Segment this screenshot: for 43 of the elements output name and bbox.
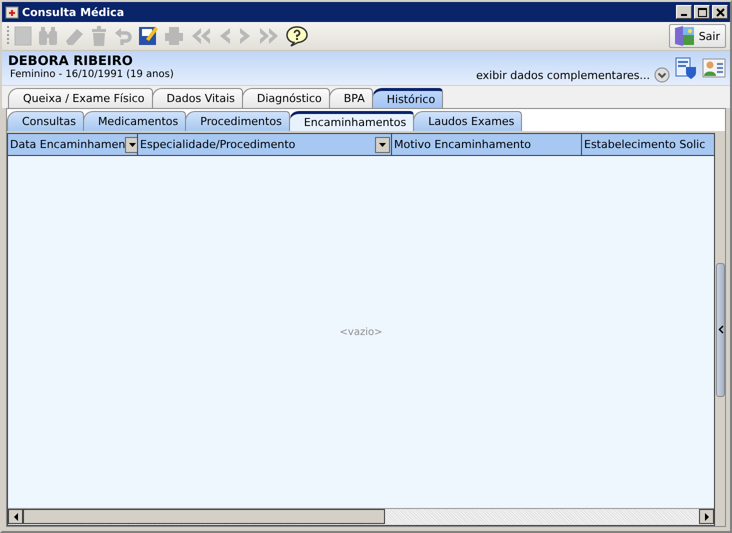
maximize-icon — [698, 8, 706, 16]
subtab[interactable]: Procedimentos — [185, 111, 290, 131]
chevron-left-icon — [718, 325, 724, 334]
dropdown-icon[interactable] — [125, 136, 137, 152]
tab[interactable]: Diagnóstico — [242, 88, 330, 108]
scroll-left-button[interactable] — [8, 509, 23, 524]
subtab[interactable]: Medicamentos — [82, 111, 186, 131]
close-button[interactable] — [712, 5, 728, 19]
grip-icon — [6, 25, 10, 47]
patient-name: DEBORA RIBEIRO — [8, 55, 134, 69]
tab[interactable]: BPA — [328, 88, 373, 108]
collapse-handle[interactable] — [716, 262, 725, 396]
scroll-right-button[interactable] — [699, 509, 714, 524]
document-shield-icon[interactable] — [674, 56, 698, 80]
column-header[interactable]: Estabelecimento Solic — [582, 134, 714, 155]
right-triangle-icon — [704, 512, 710, 520]
tab[interactable]: Queixa / Exame Físico — [8, 88, 153, 108]
help-icon[interactable] — [284, 24, 310, 48]
column-header[interactable]: Especialidade/Procedimento — [138, 134, 392, 155]
patient-details: Feminino - 16/10/1991 (19 anos) — [9, 69, 174, 81]
dropdown-icon[interactable] — [375, 136, 390, 152]
empty-message: <vazio> — [340, 326, 382, 338]
tab[interactable]: Dados Vitais — [152, 88, 243, 108]
minimize-button[interactable] — [676, 5, 692, 19]
contact-card-icon[interactable] — [702, 56, 726, 80]
column-header[interactable]: Motivo Encaminhamento — [392, 134, 582, 155]
maximize-button[interactable] — [694, 5, 710, 19]
scrollbar-thumb[interactable] — [23, 509, 385, 524]
more-data-link[interactable]: exibir dados complementares... — [476, 68, 650, 82]
close-icon — [716, 8, 724, 16]
horizontal-scrollbar[interactable] — [8, 508, 714, 525]
window-title: Consulta Médica — [22, 6, 124, 18]
door-icon — [672, 25, 695, 47]
subtab[interactable]: Encaminhamentos — [288, 111, 414, 131]
left-triangle-icon — [12, 512, 18, 520]
tab[interactable]: Histórico — [372, 88, 444, 108]
subtab[interactable]: Laudos Exames — [413, 111, 522, 131]
exit-button[interactable]: Sair — [668, 24, 726, 48]
subtab[interactable]: Consultas — [7, 111, 84, 131]
edit-document-icon[interactable] — [136, 24, 160, 48]
expand-circle-icon[interactable] — [654, 67, 670, 83]
medical-kit-icon — [5, 5, 19, 19]
column-header[interactable]: Data Encaminhamen — [8, 134, 138, 155]
